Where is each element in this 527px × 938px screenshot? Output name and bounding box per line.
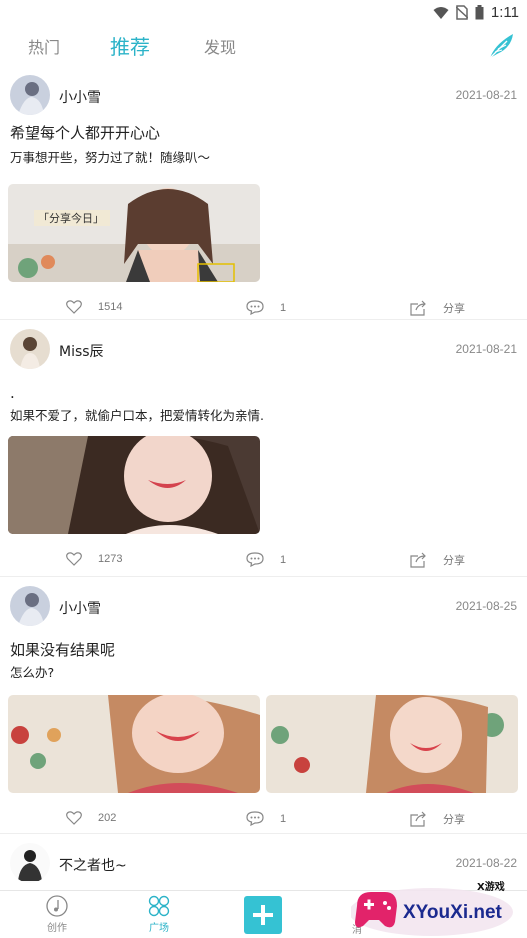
comment-count: 1	[280, 301, 287, 314]
like-count: 1273	[98, 553, 123, 565]
comment-icon	[246, 552, 264, 567]
tab-recommended[interactable]: 推荐	[110, 31, 150, 60]
post-date: 2021-08-21	[455, 88, 517, 102]
post-body: 怎么办?	[10, 665, 55, 680]
post-images	[0, 436, 527, 534]
like-count: 1514	[98, 301, 123, 313]
post-actions: 202 1 分享	[0, 799, 527, 841]
post-card[interactable]: Miss辰 2021-08-21 . 如果不爱了，就偷户口本，把爱情转化为亲情.…	[0, 324, 527, 577]
watermark-brand: XYouXi.net	[403, 902, 503, 923]
post-date: 2021-08-21	[455, 342, 517, 356]
post-title: 如果没有结果呢	[10, 641, 116, 659]
share-label: 分享	[443, 814, 465, 826]
image-caption: 「分享今日」	[38, 211, 104, 225]
battery-icon	[475, 5, 484, 20]
share-label: 分享	[443, 555, 465, 567]
avatar[interactable]	[10, 586, 50, 626]
like-action[interactable]: 202	[66, 811, 116, 825]
music-note-icon	[46, 895, 68, 917]
post-header: 小小雪 2021-08-25	[0, 581, 527, 633]
post-date: 2021-08-25	[455, 599, 517, 613]
feather-compose-icon[interactable]	[485, 30, 517, 62]
comment-count: 1	[280, 812, 287, 825]
add-post-button[interactable]	[244, 896, 282, 934]
nav-create-label: 创作	[47, 923, 67, 934]
post-header: 小小雪 2021-08-21	[0, 70, 527, 122]
share-icon	[410, 811, 426, 827]
like-action[interactable]: 1514	[66, 300, 122, 314]
heart-icon	[66, 811, 82, 825]
share-action[interactable]: 分享	[410, 552, 465, 568]
plus-icon	[253, 905, 273, 925]
nav-square[interactable]: 广场	[148, 895, 170, 934]
heart-icon	[66, 552, 82, 566]
post-images	[0, 695, 527, 793]
share-icon	[410, 300, 426, 316]
watermark-tag: X游戏	[477, 880, 505, 893]
avatar[interactable]	[10, 75, 50, 115]
post-image[interactable]: 「分享今日」	[8, 184, 260, 282]
top-tab-bar: 热门 推荐 发现	[0, 26, 527, 70]
wifi-icon	[433, 6, 449, 19]
tab-discover[interactable]: 发现	[204, 34, 236, 58]
avatar[interactable]	[10, 843, 50, 883]
clock-time: 1:11	[490, 4, 519, 21]
post-header: Miss辰 2021-08-21	[0, 324, 527, 376]
like-action[interactable]: 1273	[66, 552, 122, 566]
post-actions: 1273 1 分享	[0, 540, 527, 582]
nav-square-label: 广场	[149, 923, 169, 934]
nav-create[interactable]: 创作	[46, 895, 68, 934]
bottom-nav: 创作 广场 消 XYouXi.net X游戏	[0, 880, 527, 938]
share-label: 分享	[443, 303, 465, 315]
username[interactable]: 不之者也~	[59, 855, 127, 875]
comment-count: 1	[280, 553, 287, 566]
no-sim-icon	[455, 5, 468, 20]
comment-action[interactable]: 1	[246, 300, 286, 315]
username[interactable]: 小小雪	[59, 87, 101, 107]
avatar[interactable]	[10, 329, 50, 369]
post-image[interactable]	[8, 695, 260, 793]
username[interactable]: Miss辰	[59, 341, 104, 361]
comment-icon	[246, 811, 264, 826]
username[interactable]: 小小雪	[59, 598, 101, 618]
post-title: 希望每个人都开开心心	[10, 124, 161, 142]
comment-action[interactable]: 1	[246, 811, 286, 826]
share-action[interactable]: 分享	[410, 811, 465, 827]
heart-icon	[66, 300, 82, 314]
post-feed[interactable]: 小小雪 2021-08-21 希望每个人都开开心心 万事想开些，努力过了就！随缘…	[0, 70, 527, 890]
post-card[interactable]: 小小雪 2021-08-25 如果没有结果呢 怎么办? 202 1 分享	[0, 581, 527, 834]
share-action[interactable]: 分享	[410, 300, 465, 316]
clover-icon	[148, 895, 170, 917]
post-card[interactable]: 小小雪 2021-08-21 希望每个人都开开心心 万事想开些，努力过了就！随缘…	[0, 70, 527, 320]
status-bar: 1:11	[0, 0, 527, 26]
post-date: 2021-08-22	[455, 856, 517, 870]
site-watermark: XYouXi.net X游戏	[351, 880, 513, 936]
comment-action[interactable]: 1	[246, 552, 286, 567]
like-count: 202	[98, 812, 117, 824]
post-body: 万事想开些，努力过了就！随缘叭～	[10, 150, 211, 165]
comment-icon	[246, 300, 264, 315]
share-icon	[410, 552, 426, 568]
post-body: 如果不爱了，就偷户口本，把爱情转化为亲情.	[10, 408, 264, 423]
post-image[interactable]	[266, 695, 518, 793]
post-title: .	[10, 384, 15, 402]
tab-hot[interactable]: 热门	[28, 34, 60, 58]
post-image[interactable]	[8, 436, 260, 534]
post-images: 「分享今日」	[0, 184, 527, 282]
